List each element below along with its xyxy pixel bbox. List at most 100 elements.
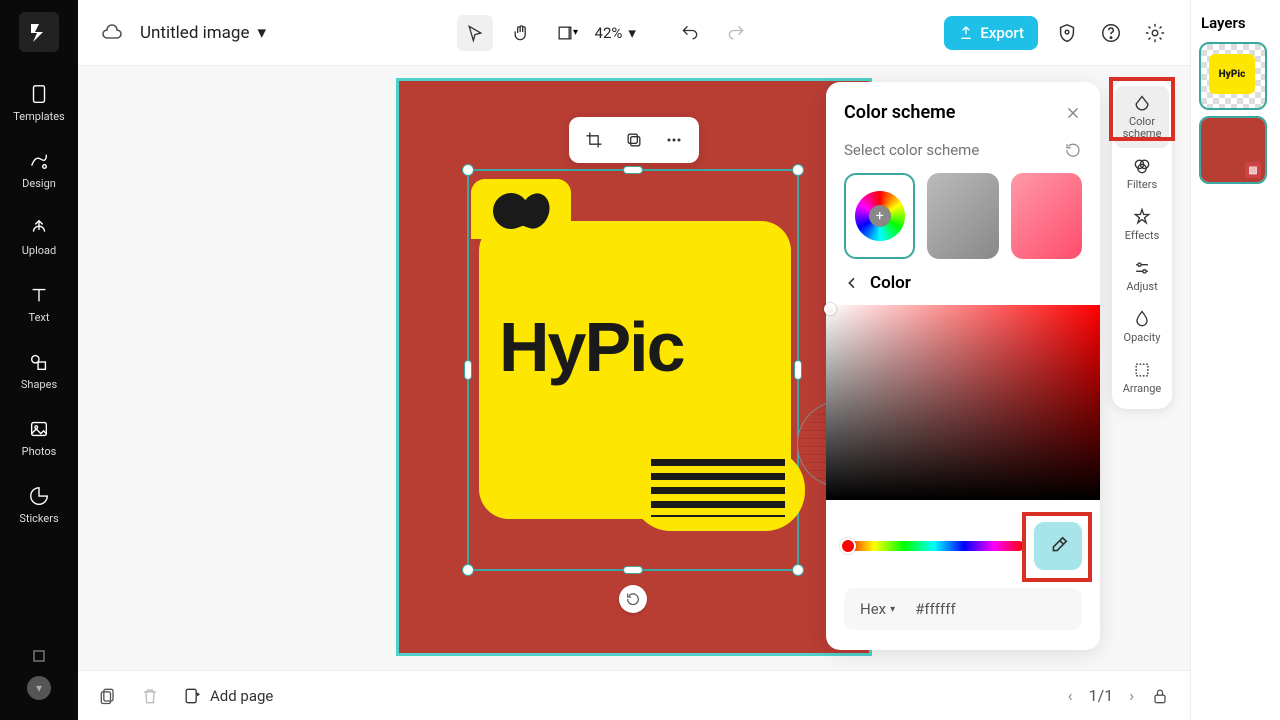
add-page-button[interactable]: Add page: [182, 686, 273, 706]
back-icon[interactable]: [844, 275, 860, 291]
next-page[interactable]: ›: [1129, 686, 1134, 705]
ts-label: Opacity: [1124, 331, 1161, 344]
opacity-icon: [1132, 309, 1152, 329]
more-button[interactable]: [659, 125, 689, 155]
highlight-box: [1109, 77, 1175, 141]
bg-indicator-icon: ▩: [1245, 162, 1261, 178]
hex-input-row[interactable]: Hex ▾ #ffffff: [844, 588, 1082, 630]
app-logo[interactable]: [19, 12, 59, 52]
gray-swatch[interactable]: [927, 173, 998, 259]
adjust-icon: [1132, 258, 1152, 278]
prev-page[interactable]: ‹: [1068, 686, 1073, 705]
layer-thumb-2[interactable]: ▩: [1201, 118, 1265, 182]
rail-label: Templates: [13, 110, 64, 123]
filters-icon: [1132, 156, 1152, 176]
thumb-graphic: HyPic: [1209, 54, 1255, 94]
rail-design[interactable]: Design: [22, 149, 56, 190]
scheme-select-input[interactable]: [844, 141, 1034, 159]
close-icon[interactable]: [1064, 104, 1082, 122]
pages-button[interactable]: [98, 686, 118, 706]
duplicate-button[interactable]: [619, 125, 649, 155]
rail-upload[interactable]: Upload: [22, 216, 56, 257]
rotate-handle[interactable]: [619, 585, 647, 613]
document-title[interactable]: Untitled image ▾: [140, 23, 266, 43]
resize-handle-e[interactable]: [794, 360, 802, 380]
right-toolstrip: Color scheme Filters Effects Adjust Opac…: [1112, 80, 1172, 409]
selection-box[interactable]: HyPic: [467, 169, 799, 571]
rail-label: Upload: [22, 244, 56, 257]
rail-label: Stickers: [19, 512, 58, 525]
layers-title: Layers: [1201, 14, 1270, 32]
page-count: 1/1: [1089, 686, 1114, 705]
crop-button[interactable]: [579, 125, 609, 155]
lock-icon[interactable]: [1150, 686, 1170, 706]
bottom-bar: Add page ‹ 1/1 ›: [78, 670, 1190, 720]
rail-shapes[interactable]: Shapes: [21, 350, 57, 391]
color-scheme-panel: Color scheme + Color: [826, 82, 1100, 650]
resize-handle-sw[interactable]: [462, 564, 474, 576]
pink-swatch[interactable]: [1011, 173, 1082, 259]
photos-icon: [27, 417, 51, 441]
redo-button[interactable]: [718, 15, 754, 51]
layer-thumb-1[interactable]: HyPic: [1201, 44, 1265, 108]
delete-button[interactable]: [140, 686, 160, 706]
artboard-tool[interactable]: ▾: [549, 15, 585, 51]
toolstrip-effects[interactable]: Effects: [1115, 199, 1169, 250]
saturation-value-picker[interactable]: [826, 305, 1100, 500]
artboard[interactable]: HyPic: [396, 78, 872, 656]
chevron-down-icon: ▾: [257, 23, 266, 43]
rail-label: Photos: [22, 445, 57, 458]
hue-indicator[interactable]: [840, 538, 856, 554]
shield-icon[interactable]: [1052, 18, 1082, 48]
graphic-text: HyPic: [499, 307, 684, 387]
add-page-label: Add page: [210, 687, 273, 705]
resize-handle-n[interactable]: [623, 166, 643, 174]
ts-label: Filters: [1127, 178, 1157, 191]
toolstrip-arrange[interactable]: Arrange: [1115, 352, 1169, 403]
rail-label: Shapes: [21, 378, 57, 391]
hypic-graphic[interactable]: HyPic: [479, 221, 791, 519]
expand-button[interactable]: ▾: [27, 676, 51, 700]
color-subtitle: Color: [870, 273, 911, 293]
resize-handle-ne[interactable]: [792, 164, 804, 176]
upload-icon: [27, 216, 51, 240]
floating-toolbar: [569, 117, 699, 163]
eyedropper-button[interactable]: [1034, 522, 1082, 570]
toolstrip-filters[interactable]: Filters: [1115, 148, 1169, 199]
topbar: Untitled image ▾ ▾ 42%▾ Export: [78, 0, 1190, 66]
resize-handle-s[interactable]: [623, 566, 643, 574]
toolstrip-opacity[interactable]: Opacity: [1115, 301, 1169, 352]
help-icon[interactable]: [1096, 18, 1126, 48]
design-icon: [27, 149, 51, 173]
sv-indicator[interactable]: [824, 303, 836, 315]
arrange-icon: [1132, 360, 1152, 380]
toolstrip-adjust[interactable]: Adjust: [1115, 250, 1169, 301]
undo-button[interactable]: [672, 15, 708, 51]
more-icon[interactable]: [29, 646, 49, 666]
hand-tool[interactable]: [503, 15, 539, 51]
effects-icon: [1132, 207, 1152, 227]
hue-slider[interactable]: [844, 541, 1024, 551]
settings-icon[interactable]: [1140, 18, 1170, 48]
layers-panel: Layers HyPic ▩: [1190, 0, 1280, 720]
rail-text[interactable]: Text: [27, 283, 51, 324]
export-button[interactable]: Export: [944, 16, 1038, 50]
text-icon: [27, 283, 51, 307]
ts-label: Adjust: [1126, 280, 1157, 293]
resize-handle-w[interactable]: [464, 360, 472, 380]
zoom-text: 42%: [595, 24, 623, 42]
color-wheel-swatch[interactable]: +: [844, 173, 915, 259]
rail-label: Design: [22, 177, 56, 190]
reset-icon[interactable]: [1064, 141, 1082, 159]
rail-photos[interactable]: Photos: [22, 417, 57, 458]
zoom-level[interactable]: 42%▾: [595, 24, 636, 42]
panel-title: Color scheme: [844, 102, 955, 123]
rail-templates[interactable]: Templates: [13, 82, 64, 123]
rail-stickers[interactable]: Stickers: [19, 484, 58, 525]
cloud-icon[interactable]: [98, 19, 126, 47]
export-label: Export: [980, 24, 1024, 42]
stickers-icon: [27, 484, 51, 508]
resize-handle-nw[interactable]: [462, 164, 474, 176]
select-tool[interactable]: [457, 15, 493, 51]
resize-handle-se[interactable]: [792, 564, 804, 576]
